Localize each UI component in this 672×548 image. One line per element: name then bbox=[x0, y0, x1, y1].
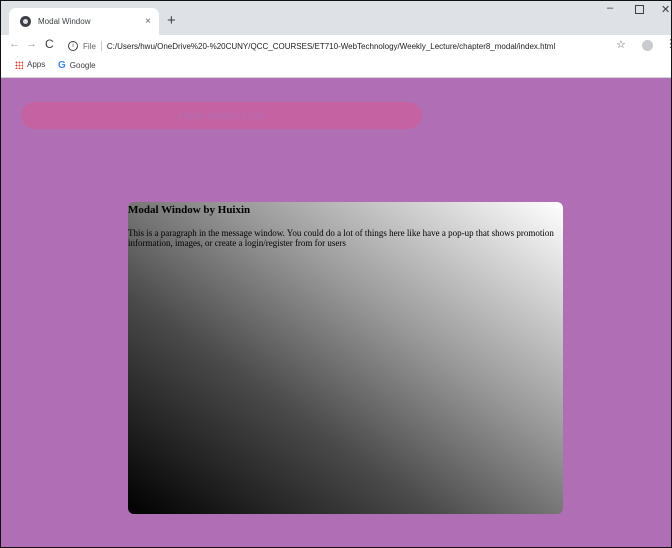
browser-window: Modal Window × + – ✕ ← → C i File C:/Use… bbox=[0, 0, 672, 548]
modal-title: Modal Window by Huixin bbox=[128, 204, 251, 216]
address-bar[interactable]: i File C:/Users/hwu/OneDrive%20-%20CUNY/… bbox=[64, 36, 599, 56]
reload-icon[interactable]: C bbox=[45, 38, 54, 50]
apps-grid-icon bbox=[15, 60, 23, 69]
new-tab-button[interactable]: + bbox=[167, 13, 176, 28]
address-divider bbox=[100, 41, 102, 51]
tab-strip: Modal Window × + – ✕ bbox=[1, 1, 671, 35]
url-text[interactable]: C:/Users/hwu/OneDrive%20-%20CUNY/QCC_COU… bbox=[107, 42, 555, 51]
close-window-button[interactable]: ✕ bbox=[661, 5, 670, 16]
modal-window: Modal Window by Huixin This is a paragra… bbox=[128, 202, 563, 514]
maximize-button[interactable] bbox=[635, 5, 644, 17]
scheme-label: File bbox=[83, 41, 96, 51]
bookmark-google[interactable]: G Google bbox=[58, 60, 96, 71]
bookmarks-bar: Apps G Google bbox=[1, 57, 671, 78]
menu-dots-icon[interactable]: ⋮ bbox=[665, 37, 671, 50]
star-icon[interactable]: ☆ bbox=[616, 38, 626, 51]
info-icon[interactable]: i bbox=[68, 41, 78, 51]
modal-paragraph: This is a paragraph in the message windo… bbox=[128, 228, 554, 248]
tab-modal-window[interactable]: Modal Window × bbox=[9, 8, 159, 35]
profile-icon[interactable] bbox=[642, 40, 653, 51]
google-icon: G bbox=[58, 60, 66, 71]
forward-arrow-icon[interactable]: → bbox=[26, 39, 37, 50]
bookmark-apps[interactable]: Apps bbox=[15, 60, 45, 69]
page-content: Open Modal Link Modal Window by Huixin T… bbox=[1, 78, 671, 547]
globe-favicon-icon bbox=[20, 16, 31, 27]
bookmark-label: Google bbox=[69, 61, 96, 70]
minimize-button[interactable]: – bbox=[607, 3, 613, 14]
open-modal-link[interactable]: Open Modal Link bbox=[21, 102, 422, 129]
toolbar: ← → C i File C:/Users/hwu/OneDrive%20-%2… bbox=[1, 35, 671, 57]
maximize-icon bbox=[635, 5, 644, 14]
bookmark-label: Apps bbox=[27, 60, 46, 69]
tab-title: Modal Window bbox=[38, 17, 91, 26]
close-icon[interactable]: × bbox=[145, 16, 151, 27]
back-arrow-icon[interactable]: ← bbox=[9, 39, 20, 50]
